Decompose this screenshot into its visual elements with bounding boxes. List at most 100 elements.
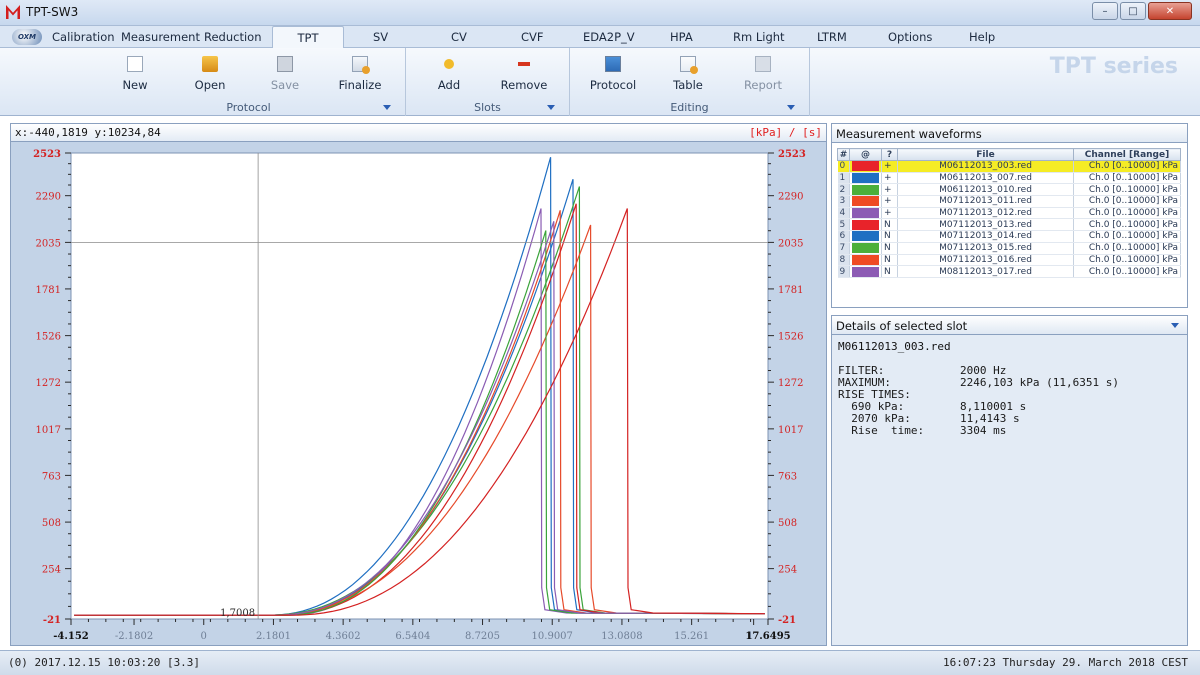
tab-reduction[interactable]: Reduction [204, 30, 262, 44]
row-channel-range: Ch.0 [0..10000] kPa [1073, 172, 1181, 185]
x-tick-label: 17.6495 [745, 631, 790, 642]
row-color-swatch [849, 265, 882, 278]
table-row[interactable]: 9 N M08112013_017.red Ch.0 [0..10000] kPa [837, 265, 1181, 278]
tab-cvf[interactable]: CVF [521, 30, 544, 44]
row-color-swatch [849, 160, 882, 173]
y-tick-label-right: 1272 [778, 378, 803, 389]
row-color-swatch [849, 242, 882, 255]
row-index: 1 [837, 172, 850, 185]
row-index: 7 [837, 242, 850, 255]
slot-details-panel: Details of selected slot M06112013_003.r… [831, 315, 1188, 646]
row-color-swatch [849, 230, 882, 243]
plot-area [70, 152, 769, 620]
row-index: 2 [837, 183, 850, 197]
protocol-button-label: Protocol [589, 78, 637, 92]
minimize-button[interactable]: – [1092, 2, 1118, 20]
tab-measurement[interactable]: Measurement [121, 30, 200, 44]
row-color-swatch [849, 218, 882, 232]
tab-calibration[interactable]: Calibration [52, 30, 115, 44]
row-file-name: M07112013_014.red [897, 230, 1074, 243]
save-button-label: Save [270, 78, 300, 92]
tab-options[interactable]: Options [888, 30, 932, 44]
ribbon: New Open Save Finalize Protocol Add Remo… [0, 48, 1200, 116]
table-row[interactable]: 3 + M07112013_011.red Ch.0 [0..10000] kPa [837, 195, 1181, 208]
menu-bar: OXM Calibration Measurement Reduction TP… [0, 26, 1200, 49]
tab-hpa[interactable]: HPA [670, 30, 693, 44]
table-row[interactable]: 4 + M07112013_012.red Ch.0 [0..10000] kPa [837, 207, 1181, 220]
row-file-name: M07112013_012.red [897, 207, 1074, 220]
x-tick-label: 6.5404 [395, 631, 430, 642]
row-flag: N [881, 254, 898, 267]
y-tick-label: 1526 [36, 332, 61, 343]
row-flag: N [881, 265, 898, 278]
tab-tpt[interactable]: TPT [272, 26, 344, 49]
finalize-button[interactable]: Finalize [325, 56, 395, 92]
column-header-channel[interactable]: Channel [Range] [1073, 148, 1181, 161]
tab-cv[interactable]: CV [451, 30, 467, 44]
chart-header: x:-440,1819 y:10234,84 [kPa] / [s] [11, 124, 826, 142]
y-tick-label: -21 [43, 615, 61, 626]
status-clock: 16:07:23 Thursday 29. March 2018 CEST [942, 656, 1188, 669]
x-tick-label: 2.1801 [256, 631, 291, 642]
y-tick-label-right: 2290 [778, 192, 803, 203]
table-row[interactable]: 2 + M06112013_010.red Ch.0 [0..10000] kPa [837, 183, 1181, 197]
chevron-down-icon[interactable] [1171, 323, 1179, 328]
table-row[interactable]: 0 + M06112013_003.red Ch.0 [0..10000] kPa [837, 160, 1181, 173]
tab-ltrm[interactable]: LTRM [817, 30, 847, 44]
save-disk-icon [277, 56, 293, 72]
status-bar: (0) 2017.12.15 10:03:20 [3.3] 16:07:23 T… [0, 650, 1200, 675]
row-channel-range: Ch.0 [0..10000] kPa [1073, 160, 1181, 173]
remove-slot-button[interactable]: Remove [489, 56, 559, 92]
column-header-flag[interactable]: ? [881, 148, 898, 161]
y-tick-label: 2290 [36, 192, 61, 203]
waveform-chart[interactable]: 2523 2523 2290 2290 2035 2035 1781 1781 1526 1526… [11, 143, 826, 646]
add-slot-button[interactable]: Add [414, 56, 484, 92]
chevron-down-icon[interactable] [787, 105, 795, 110]
row-flag: N [881, 242, 898, 255]
row-flag: + [881, 183, 898, 197]
new-button[interactable]: New [100, 56, 170, 92]
x-tick-label: 8.7205 [465, 631, 500, 642]
close-button[interactable]: ✕ [1148, 2, 1192, 20]
table-row[interactable]: 6 N M07112013_014.red Ch.0 [0..10000] kPa [837, 230, 1181, 243]
open-button[interactable]: Open [175, 56, 245, 92]
row-index: 3 [837, 195, 850, 208]
row-flag: N [881, 218, 898, 232]
tab-rm-light[interactable]: Rm Light [733, 30, 785, 44]
row-channel-range: Ch.0 [0..10000] kPa [1073, 218, 1181, 232]
app-menu-orb[interactable]: OXM [12, 29, 42, 45]
tab-eda2p-v[interactable]: EDA2P_V [583, 30, 635, 44]
window-title-bar[interactable]: TPT-SW3 – □ ✕ [0, 0, 1200, 26]
table-button[interactable]: Table [653, 56, 723, 92]
row-flag: + [881, 160, 898, 173]
column-header-file[interactable]: File [897, 148, 1074, 161]
save-button[interactable]: Save [250, 56, 320, 92]
tab-help[interactable]: Help [969, 30, 995, 44]
maximize-button[interactable]: □ [1120, 2, 1146, 20]
finalize-icon [352, 56, 370, 74]
protocol-button[interactable]: Protocol [578, 56, 648, 92]
row-index: 6 [837, 230, 850, 243]
row-color-swatch [849, 195, 882, 208]
details-panel-header[interactable]: Details of selected slot [832, 316, 1187, 335]
chevron-down-icon[interactable] [383, 105, 391, 110]
table-row[interactable]: 5 N M07112013_013.red Ch.0 [0..10000] kPa [837, 218, 1181, 232]
report-button[interactable]: Report [728, 56, 798, 92]
column-header-color[interactable]: @ [849, 148, 882, 161]
cursor-coordinate-readout: x:-440,1819 y:10234,84 [15, 126, 161, 139]
remove-button-label: Remove [500, 78, 548, 92]
table-row[interactable]: 8 N M07112013_016.red Ch.0 [0..10000] kPa [837, 254, 1181, 267]
row-file-name: M06112013_007.red [897, 172, 1074, 185]
row-flag: + [881, 195, 898, 208]
row-index: 0 [837, 160, 850, 173]
column-header-index[interactable]: # [837, 148, 850, 161]
chevron-down-icon[interactable] [547, 105, 555, 110]
table-icon [680, 56, 698, 74]
table-row[interactable]: 7 N M07112013_015.red Ch.0 [0..10000] kPa [837, 242, 1181, 255]
y-tick-label-right: 508 [778, 518, 797, 529]
x-tick-label: -2.1802 [115, 631, 153, 642]
table-row[interactable]: 1 + M06112013_007.red Ch.0 [0..10000] kPa [837, 172, 1181, 185]
tab-sv[interactable]: SV [373, 30, 388, 44]
color-swatch [852, 243, 879, 254]
row-channel-range: Ch.0 [0..10000] kPa [1073, 230, 1181, 243]
